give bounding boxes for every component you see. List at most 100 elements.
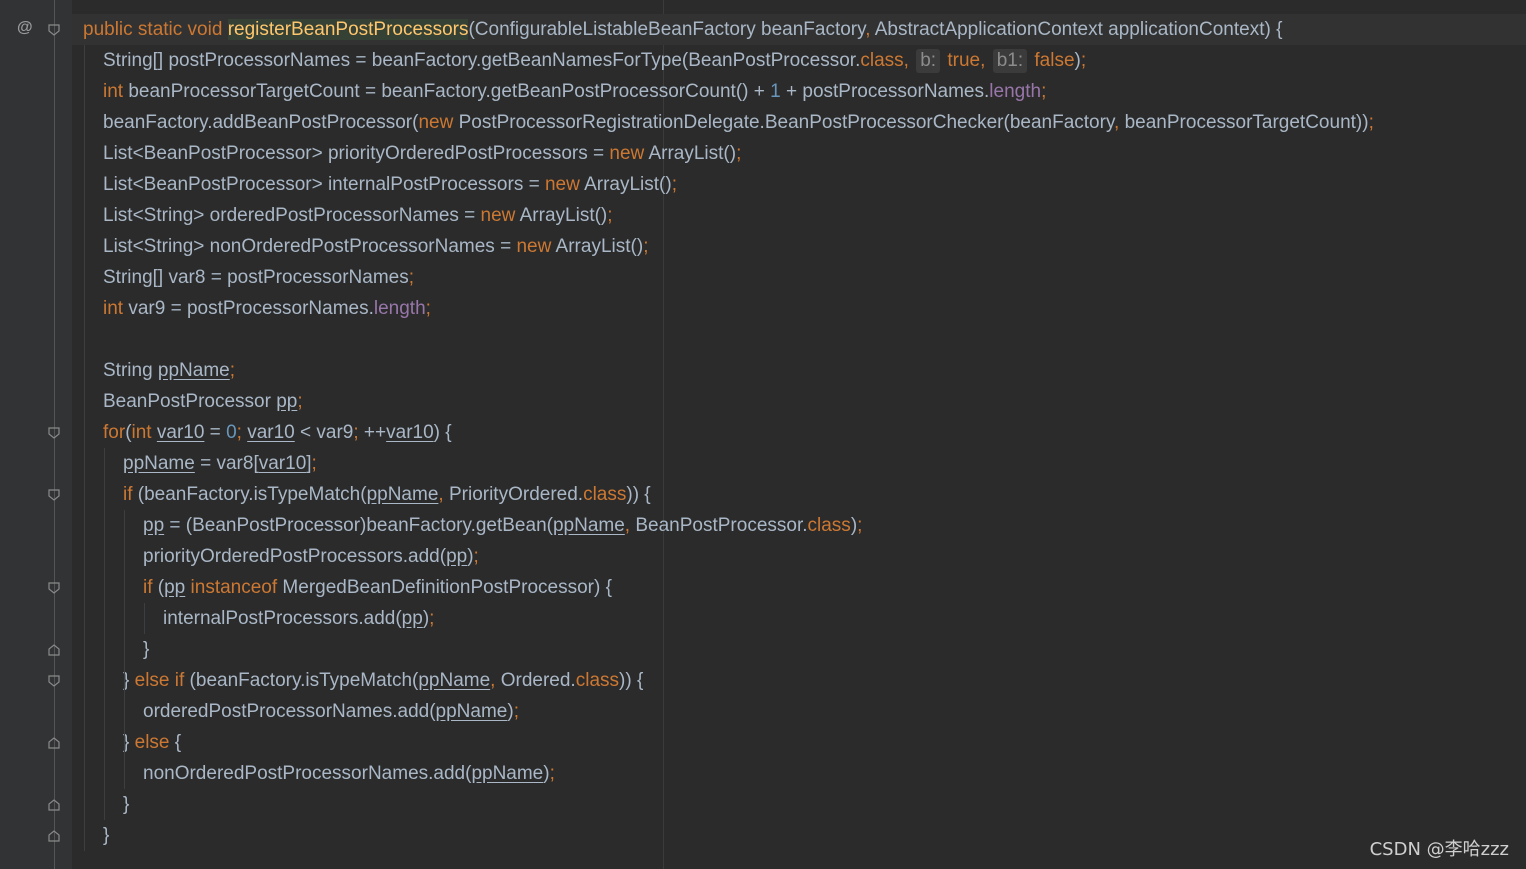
code-token: false (1029, 50, 1075, 71)
code-token: (beanFactory.isTypeMatch( (132, 484, 367, 505)
code-line[interactable]: priorityOrderedPostProcessors.add(pp); (143, 541, 479, 572)
code-token: PostProcessorRegistrationDelegate.BeanPo… (453, 112, 1115, 133)
code-line[interactable]: ppName = var8[var10]; (123, 448, 317, 479)
code-token: ppName (435, 701, 508, 722)
code-token: beanProcessorTargetCount)) (1124, 112, 1369, 133)
code-token: ; (736, 143, 742, 164)
code-token: ( (152, 577, 165, 598)
code-token: class (860, 50, 904, 71)
code-token: var10 (258, 453, 307, 474)
code-line[interactable]: } (123, 789, 129, 820)
fold-close-icon[interactable] (47, 829, 61, 843)
code-token: ; (311, 453, 317, 474)
code-token: new (544, 174, 580, 195)
code-line[interactable]: nonOrderedPostProcessorNames.add(ppName)… (143, 758, 555, 789)
code-line[interactable]: BeanPostProcessor pp; (103, 386, 303, 417)
code-line[interactable]: orderedPostProcessorNames.add(ppName); (143, 696, 519, 727)
fold-open-icon[interactable] (47, 426, 61, 440)
code-token: ArrayList() (644, 143, 737, 164)
code-line[interactable]: } else { (123, 727, 181, 758)
code-token: AbstractApplicationContext applicationCo… (874, 19, 1283, 40)
code-token: } (143, 639, 150, 660)
code-token: List<String> orderedPostProcessorNames = (103, 205, 481, 226)
indent-guide (84, 45, 85, 851)
code-token: , (438, 484, 449, 505)
code-token: ppName (157, 360, 230, 381)
code-token: (beanFactory.isTypeMatch( (184, 670, 419, 691)
fold-close-icon[interactable] (47, 736, 61, 750)
code-line[interactable]: String ppName; (103, 355, 235, 386)
code-token: ++ (363, 422, 387, 443)
fold-close-icon[interactable] (47, 643, 61, 657)
code-editor[interactable]: @ public static void registerBeanPostPro… (0, 0, 1526, 869)
code-token: if (143, 577, 153, 598)
code-token: int (131, 422, 152, 443)
code-token: pp (401, 608, 423, 629)
code-token: BeanPostProcessor. (635, 515, 808, 536)
code-line[interactable]: int var9 = postProcessorNames.length; (103, 293, 431, 324)
code-token: )) { (626, 484, 651, 505)
code-token: )) { (619, 670, 644, 691)
code-line[interactable]: for(int var10 = 0; var10 < var9; ++var10… (103, 417, 452, 448)
code-line[interactable]: List<BeanPostProcessor> internalPostProc… (103, 169, 677, 200)
code-token: , (865, 19, 875, 40)
code-token: new (418, 112, 454, 133)
code-token: ArrayList() (551, 236, 644, 257)
fold-open-icon[interactable] (47, 23, 61, 37)
code-line[interactable]: } (143, 634, 149, 665)
code-token: true (942, 50, 981, 71)
editor-gutter[interactable]: @ (0, 0, 72, 869)
code-token: String[] postProcessorNames = beanFactor… (103, 50, 861, 71)
code-line[interactable]: public static void registerBeanPostProce… (83, 14, 1282, 45)
code-token: ; (857, 515, 863, 536)
code-token: MergedBeanDefinitionPostProcessor) { (277, 577, 612, 598)
code-token: pp (276, 391, 298, 412)
code-token: PriorityOrdered. (448, 484, 584, 505)
code-line[interactable]: String[] postProcessorNames = beanFactor… (103, 45, 1086, 76)
code-line[interactable]: int beanProcessorTargetCount = beanFacto… (103, 76, 1046, 107)
code-token: BeanPostProcessor (103, 391, 277, 412)
code-token: new (609, 143, 645, 164)
code-line[interactable]: pp = (BeanPostProcessor)beanFactory.getB… (143, 510, 862, 541)
fold-close-icon[interactable] (47, 798, 61, 812)
code-token: = var8[ (194, 453, 259, 474)
code-token: ; (671, 174, 677, 195)
fold-open-icon[interactable] (47, 674, 61, 688)
code-line[interactable]: } else if (beanFactory.isTypeMatch(ppNam… (123, 665, 643, 696)
code-token: length (373, 298, 426, 319)
watermark: CSDN @李哈zzz (1369, 839, 1509, 860)
code-token: ) { (433, 422, 452, 443)
code-line[interactable]: List<String> nonOrderedPostProcessorName… (103, 231, 648, 262)
code-line[interactable]: beanFactory.addBeanPostProcessor(new Pos… (103, 107, 1374, 138)
code-token: class (575, 670, 620, 691)
code-token: , (903, 50, 915, 71)
code-token: ; (473, 546, 479, 567)
code-line[interactable]: internalPostProcessors.add(pp); (163, 603, 434, 634)
parameter-hint: b1: (992, 49, 1028, 73)
fold-open-icon[interactable] (47, 488, 61, 502)
code-line[interactable]: List<String> orderedPostProcessorNames =… (103, 200, 613, 231)
code-token: int (103, 81, 124, 102)
code-line[interactable]: String[] var8 = postProcessorNames; (103, 262, 414, 293)
code-token: List<BeanPostProcessor> internalPostProc… (103, 174, 545, 195)
code-token: ; (1080, 50, 1087, 71)
code-line[interactable]: if (pp instanceof MergedBeanDefinitionPo… (143, 572, 612, 603)
code-token: , (624, 515, 636, 536)
code-token: { (169, 732, 182, 753)
code-token: priorityOrderedPostProcessors.add( (143, 546, 447, 567)
code-line[interactable]: List<BeanPostProcessor> priorityOrderedP… (103, 138, 741, 169)
override-marker-icon[interactable]: @ (17, 20, 33, 36)
code-token: String (103, 360, 158, 381)
code-token: var10 (386, 422, 434, 443)
code-token: Ordered. (500, 670, 576, 691)
code-token: class (807, 515, 851, 536)
code-line[interactable]: if (beanFactory.isTypeMatch(ppName, Prio… (123, 479, 651, 510)
code-token: ; (229, 360, 236, 381)
fold-open-icon[interactable] (47, 581, 61, 595)
code-token: = (204, 422, 227, 443)
code-token: , (980, 50, 991, 71)
code-line[interactable]: } (103, 820, 109, 851)
code-token: ; (513, 701, 519, 722)
code-token: 0 (226, 422, 237, 443)
code-token: ; (236, 422, 248, 443)
